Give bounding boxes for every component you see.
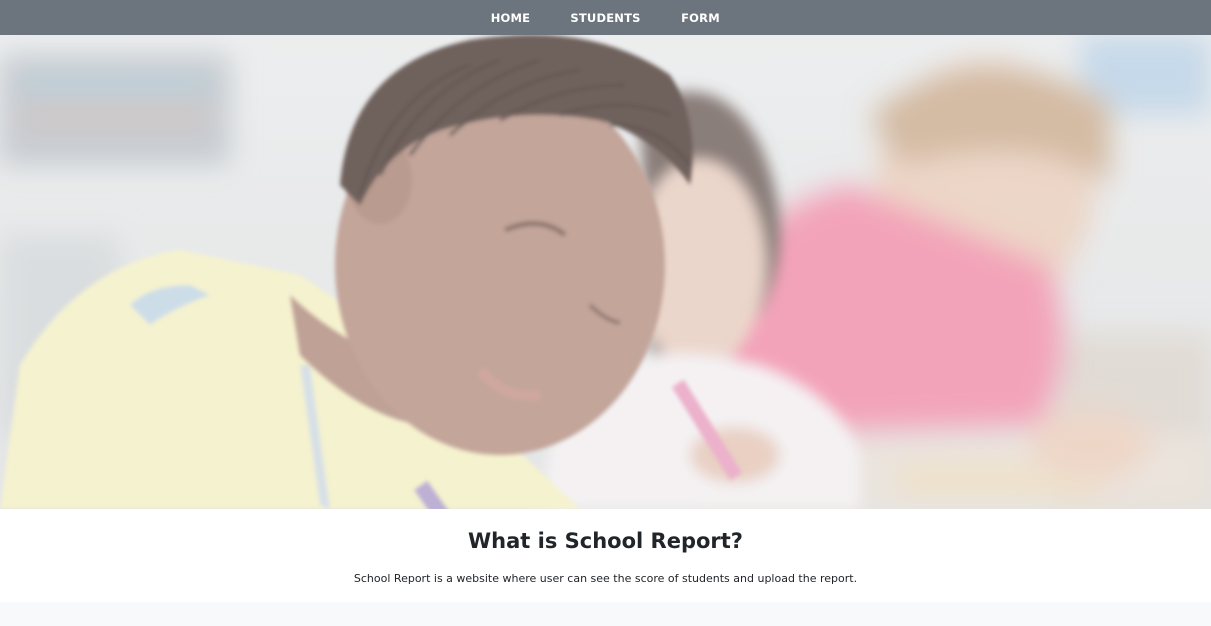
hero-image [0,35,1211,509]
about-section: What is School Report? School Report is … [0,509,1211,602]
about-title: What is School Report? [468,529,743,553]
nav-home-link[interactable]: HOME [481,11,541,25]
footer-strip [0,602,1211,626]
nav-students-link[interactable]: STUDENTS [561,11,651,25]
top-navbar: HOME STUDENTS FORM [0,0,1211,35]
about-description: School Report is a website where user ca… [353,572,858,585]
hero-illustration [0,35,1211,509]
nav-form-link[interactable]: FORM [671,11,731,25]
